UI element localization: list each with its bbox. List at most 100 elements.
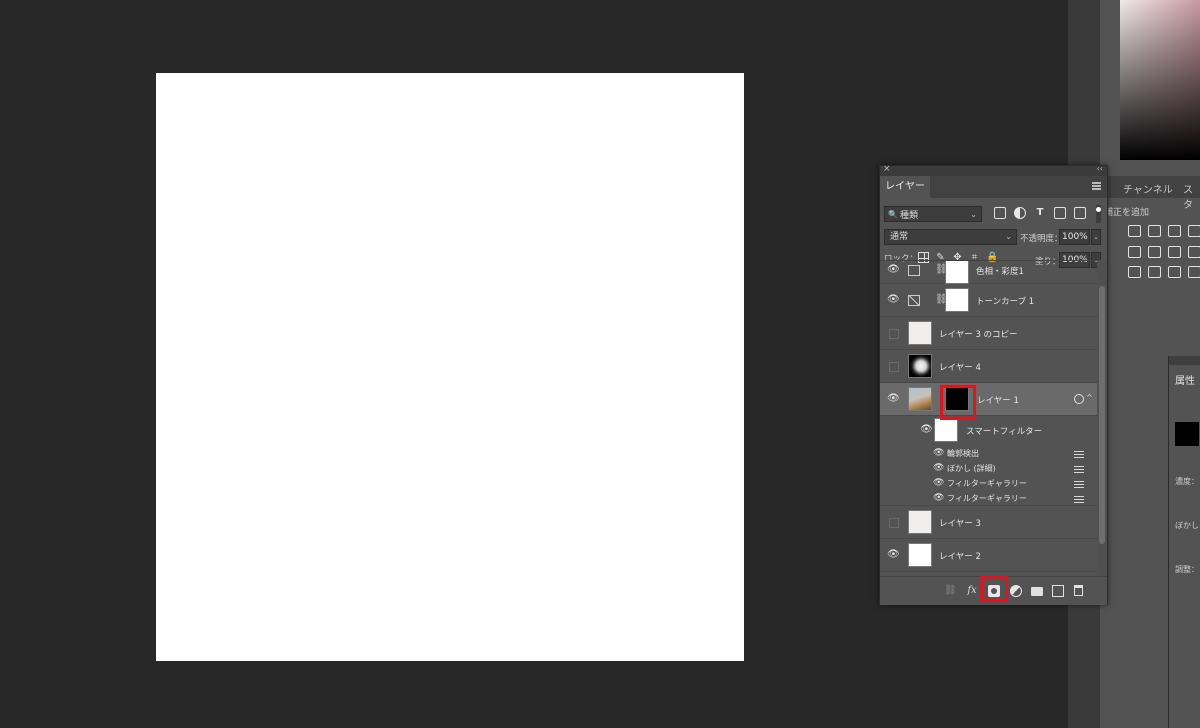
collapse-icon[interactable]: ‹‹	[1097, 164, 1103, 173]
layer-row[interactable]: レイヤー 4	[880, 350, 1097, 383]
new-layer-icon[interactable]	[1052, 585, 1064, 597]
filter-options-icon[interactable]	[1074, 480, 1084, 488]
close-icon[interactable]: ×	[883, 164, 891, 174]
properties-panel: 属性 濃度： ぼかし 調整：	[1168, 356, 1200, 728]
adjustments-row-2	[1128, 246, 1200, 258]
right-dock-tabbar: チャンネル スタ	[1100, 176, 1200, 211]
layer-row[interactable]: レイヤー 3 のコピー	[880, 317, 1097, 350]
mask-swatch[interactable]	[1175, 422, 1199, 446]
opacity-input[interactable]: 100%	[1059, 229, 1090, 245]
adjustment-filter-icon[interactable]	[1014, 207, 1026, 219]
threshold-icon[interactable]	[1168, 266, 1181, 278]
brightness-icon[interactable]	[1128, 225, 1141, 237]
visibility-toggle[interactable]	[889, 329, 899, 339]
visibility-eye-icon[interactable]: 👁	[933, 478, 944, 488]
hue-saturation-icon	[908, 265, 920, 276]
adjustments-title: 補正を追加	[1104, 208, 1150, 218]
visibility-toggle[interactable]	[889, 362, 899, 372]
gradient-map-icon[interactable]	[1188, 266, 1200, 278]
blend-mode-select[interactable]: 通常 ⌄	[884, 229, 1017, 245]
layer-row[interactable]: 👁 レイヤー 2	[880, 539, 1097, 572]
curves-icon[interactable]	[1168, 225, 1181, 237]
layer-mask-thumbnail[interactable]	[945, 261, 969, 284]
chevron-down-icon: ⌄	[970, 209, 977, 219]
smart-object-thumbnail	[908, 387, 932, 411]
layer-name[interactable]: レイヤー 3	[939, 517, 981, 529]
layer-name[interactable]: レイヤー 2	[939, 550, 981, 562]
type-filter-icon[interactable]: T	[1034, 207, 1046, 219]
layer-row[interactable]: 👁 ⛓ 色相・彩度1	[880, 261, 1097, 284]
exposure-icon[interactable]	[1188, 225, 1200, 237]
layer-thumbnail	[908, 543, 932, 567]
filter-options-icon[interactable]	[1074, 465, 1084, 473]
density-label: 濃度：	[1175, 477, 1199, 486]
chevron-down-icon: ⌄	[1005, 232, 1012, 241]
visibility-toggle[interactable]	[889, 518, 899, 528]
visibility-eye-icon[interactable]: 👁	[887, 393, 900, 405]
color-balance-icon[interactable]	[1128, 246, 1141, 258]
layer-name[interactable]: 色相・彩度1	[976, 265, 1024, 277]
filter-name[interactable]: フィルターギャラリー	[947, 478, 1027, 489]
blend-mode-value: 通常	[890, 232, 909, 242]
visibility-eye-icon[interactable]: 👁	[887, 294, 900, 306]
link-icon[interactable]: ⛓	[944, 585, 957, 597]
smart-object-filter-icon[interactable]	[1074, 207, 1086, 219]
adjustment-layer-icon[interactable]	[1010, 585, 1022, 597]
layers-panel: × ‹‹ レイヤー 🔍 種類 ⌄ T 通常 ⌄ 不透明度： 100% ⌄ ロック…	[879, 164, 1108, 605]
scrollbar-thumb[interactable]	[1099, 286, 1105, 544]
smart-filter-label[interactable]: スマートフィルター	[966, 425, 1042, 437]
layer-mask-thumbnail[interactable]	[945, 288, 969, 312]
tab-styles[interactable]: スタ	[1183, 181, 1200, 211]
filter-toggle[interactable]	[1096, 205, 1101, 223]
adjustments-row-3	[1128, 266, 1200, 278]
filter-name[interactable]: ぼかし (詳細)	[947, 463, 996, 474]
opacity-dropdown[interactable]: ⌄	[1091, 229, 1101, 245]
opacity-label: 不透明度：	[1020, 234, 1063, 244]
levels-icon[interactable]	[1148, 225, 1161, 237]
smart-object-icon	[1074, 394, 1084, 404]
fx-icon[interactable]: fx	[966, 585, 978, 597]
panel-titlebar[interactable]: × ‹‹	[880, 164, 1107, 176]
visibility-eye-icon[interactable]: 👁	[887, 264, 900, 276]
layers-tabbar: レイヤー	[880, 176, 1107, 198]
invert-icon[interactable]	[1128, 266, 1141, 278]
visibility-eye-icon[interactable]: 👁	[933, 463, 944, 473]
kind-filter-label: 種類	[899, 210, 918, 221]
visibility-eye-icon[interactable]: 👁	[920, 424, 933, 436]
pixel-filter-icon[interactable]	[994, 207, 1006, 219]
search-icon: 🔍	[888, 209, 898, 219]
expand-icon[interactable]: ^	[1086, 393, 1093, 402]
channel-mixer-icon[interactable]	[1188, 246, 1200, 258]
kind-filter-select[interactable]: 🔍 種類 ⌄	[884, 206, 982, 222]
tab-layers[interactable]: レイヤー	[880, 176, 930, 198]
layer-row[interactable]: レイヤー 3	[880, 506, 1097, 539]
filter-options-icon[interactable]	[1074, 495, 1084, 503]
folder-icon[interactable]	[1031, 587, 1043, 596]
shape-filter-icon[interactable]	[1054, 207, 1066, 219]
smart-filters-group: 👁 スマートフィルター 👁 輪郭検出 👁 ぼかし (詳細) 👁 フィルターギャラ…	[880, 416, 1097, 506]
visibility-eye-icon[interactable]: 👁	[933, 448, 944, 458]
properties-title[interactable]: 属性	[1175, 372, 1195, 387]
visibility-eye-icon[interactable]: 👁	[887, 549, 900, 561]
layer-name[interactable]: レイヤー 3 のコピー	[939, 328, 1018, 340]
trash-icon[interactable]	[1074, 585, 1083, 596]
color-picker-field[interactable]	[1120, 0, 1200, 160]
layer-name[interactable]: レイヤー 4	[939, 361, 981, 373]
layer-name[interactable]: レイヤー 1	[977, 394, 1019, 406]
smart-filter-mask-thumbnail[interactable]	[934, 418, 958, 442]
black-white-icon[interactable]	[1148, 246, 1161, 258]
posterize-icon[interactable]	[1148, 266, 1161, 278]
filter-name[interactable]: フィルターギャラリー	[947, 493, 1027, 504]
photo-filter-icon[interactable]	[1168, 246, 1181, 258]
layer-list[interactable]: 👁 ⛓ 色相・彩度1 👁 ⛓ トーンカーブ 1 レイヤー 3 のコピー レイヤー…	[880, 260, 1097, 577]
layer-name[interactable]: トーンカーブ 1	[976, 295, 1034, 307]
panel-menu-icon[interactable]	[1092, 182, 1101, 190]
layer-list-scrollbar[interactable]	[1097, 260, 1107, 576]
document-canvas[interactable]	[156, 73, 744, 661]
visibility-eye-icon[interactable]: 👁	[933, 493, 944, 503]
layer-row-selected[interactable]: 👁 レイヤー 1 ^	[880, 383, 1097, 416]
layer-row[interactable]: 👁 ⛓ トーンカーブ 1	[880, 284, 1097, 317]
filter-options-icon[interactable]	[1074, 450, 1084, 458]
tab-channels[interactable]: チャンネル	[1123, 181, 1173, 196]
filter-name[interactable]: 輪郭検出	[947, 448, 979, 459]
